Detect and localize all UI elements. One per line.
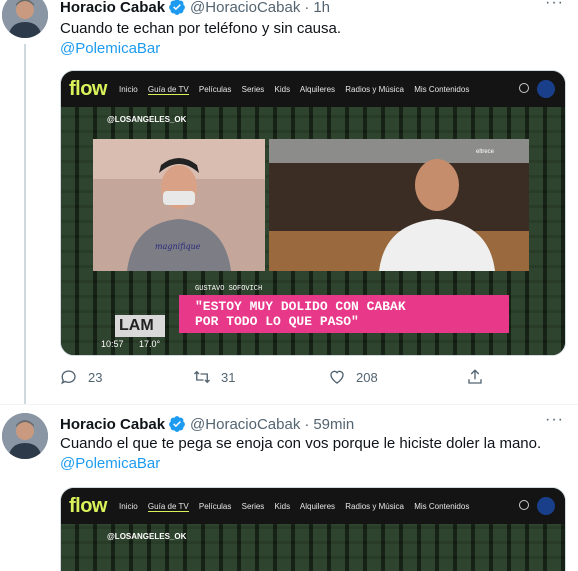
retweet-button[interactable]: 31 bbox=[193, 368, 235, 386]
reply-button[interactable]: 23 bbox=[60, 368, 102, 386]
instagram-handle: @LOSANGELES_OK bbox=[107, 115, 187, 124]
reply-count: 23 bbox=[88, 369, 103, 385]
banner-line: POR TODO LO QUE PASO" bbox=[195, 314, 359, 329]
more-icon[interactable]: ··· bbox=[545, 411, 564, 429]
tv-nav-item: Películas bbox=[198, 84, 232, 94]
share-icon bbox=[468, 369, 482, 384]
separator: · bbox=[304, 0, 310, 16]
quote-banner: "ESTOY MUY DOLIDO CON CABAK POR TODO LO … bbox=[179, 295, 509, 333]
tv-nav-item: Inicio bbox=[119, 84, 138, 94]
tv-nav-item: Películas bbox=[198, 501, 232, 511]
like-count: 208 bbox=[356, 369, 378, 385]
tweet-text: Cuando el que te pega se enoja con vos p… bbox=[60, 434, 565, 474]
avatar[interactable] bbox=[2, 413, 48, 459]
timestamp[interactable]: 59min bbox=[313, 416, 354, 433]
flow-logo: flow bbox=[69, 494, 108, 517]
tv-nav-item: Guía de TV bbox=[147, 84, 189, 95]
tweet-body: Cuando te echan por teléfono y sin causa… bbox=[60, 20, 342, 37]
display-name[interactable]: Horacio Cabak bbox=[60, 0, 165, 16]
channel-logo: eltrece bbox=[476, 149, 495, 155]
handle[interactable]: @HoracioCabak bbox=[190, 416, 300, 433]
profile-icon bbox=[537, 80, 555, 98]
tweet-media[interactable]: flow Inicio Guía de TV Películas Series … bbox=[60, 487, 566, 571]
tv-nav-item: Radios y Música bbox=[345, 84, 404, 94]
retweet-icon bbox=[194, 370, 210, 384]
separator: · bbox=[304, 415, 310, 433]
tweet-media[interactable]: flow Inicio Guía de TV Películas Series … bbox=[60, 70, 566, 356]
mention-link[interactable]: @PolemicaBar bbox=[60, 454, 565, 474]
tv-nav-item: Series bbox=[241, 84, 265, 94]
tv-navbar: flow Inicio Guía de TV Películas Series … bbox=[61, 71, 565, 107]
tv-nav-item: Series bbox=[241, 501, 265, 511]
guest-name: GUSTAVO SOFOVICH bbox=[195, 285, 263, 293]
video-panel-left: magnifique bbox=[93, 139, 265, 271]
tv-nav-item: Mis Contenidos bbox=[414, 84, 470, 94]
tv-nav-item: Guía de TV bbox=[147, 501, 189, 512]
tweet-body: Cuando el que te pega se enoja con vos p… bbox=[60, 435, 542, 452]
temperature: 17.0° bbox=[139, 339, 161, 349]
tweet-header: Horacio Cabak @HoracioCabak · 59min bbox=[60, 414, 354, 434]
reply-icon bbox=[61, 370, 76, 385]
tv-nav-item: Kids bbox=[274, 84, 291, 94]
thread-line bbox=[24, 44, 26, 404]
tv-nav-item: Mis Contenidos bbox=[414, 501, 470, 511]
profile-icon bbox=[537, 497, 555, 515]
search-icon bbox=[519, 83, 529, 93]
tv-nav-item: Radios y Música bbox=[345, 501, 404, 511]
tv-navbar: flow Inicio Guía de TV Películas Series … bbox=[61, 488, 565, 524]
verified-icon bbox=[169, 416, 185, 432]
tweet-header: Horacio Cabak @HoracioCabak · 1h bbox=[60, 0, 330, 17]
tv-nav-item: Alquileres bbox=[299, 84, 336, 94]
tv-nav: Inicio Guía de TV Películas Series Kids … bbox=[119, 501, 477, 512]
instagram-handle: @LOSANGELES_OK bbox=[107, 532, 187, 541]
tv-nav: Inicio Guía de TV Películas Series Kids … bbox=[119, 84, 477, 95]
tv-nav-item: Inicio bbox=[119, 501, 138, 511]
tweet[interactable]: Horacio Cabak @HoracioCabak · 1h ··· Cua… bbox=[0, 0, 578, 404]
mention-link[interactable]: @PolemicaBar bbox=[60, 39, 565, 59]
svg-text:magnifique: magnifique bbox=[155, 242, 201, 251]
share-button[interactable] bbox=[466, 368, 494, 386]
retweet-count: 31 bbox=[221, 369, 236, 385]
verified-icon bbox=[169, 0, 185, 15]
tweet[interactable]: Horacio Cabak @HoracioCabak · 59min ··· … bbox=[0, 404, 578, 571]
tweet-actions: 23 31 208 bbox=[60, 368, 490, 388]
search-icon bbox=[519, 500, 529, 510]
tv-nav-item: Alquileres bbox=[299, 501, 336, 511]
banner-line: "ESTOY MUY DOLIDO CON CABAK bbox=[195, 299, 406, 314]
tv-nav-item: Kids bbox=[274, 501, 291, 511]
like-button[interactable]: 208 bbox=[328, 368, 378, 386]
timestamp[interactable]: 1h bbox=[313, 0, 330, 16]
show-logo: LAM bbox=[115, 315, 165, 337]
flow-logo: flow bbox=[69, 77, 108, 100]
tweet-text: Cuando te echan por teléfono y sin causa… bbox=[60, 19, 565, 59]
display-name[interactable]: Horacio Cabak bbox=[60, 416, 165, 433]
like-icon bbox=[330, 370, 344, 384]
tv-frame: @LOSANGELES_OK eltrece bbox=[61, 524, 565, 571]
video-panel-right bbox=[269, 139, 529, 271]
clock: 10:57 bbox=[101, 339, 124, 349]
handle[interactable]: @HoracioCabak bbox=[190, 0, 300, 16]
more-icon[interactable]: ··· bbox=[545, 0, 564, 12]
avatar[interactable] bbox=[2, 0, 48, 38]
tv-frame: @LOSANGELES_OK magnifique eltrece GUSTAV… bbox=[61, 107, 565, 355]
